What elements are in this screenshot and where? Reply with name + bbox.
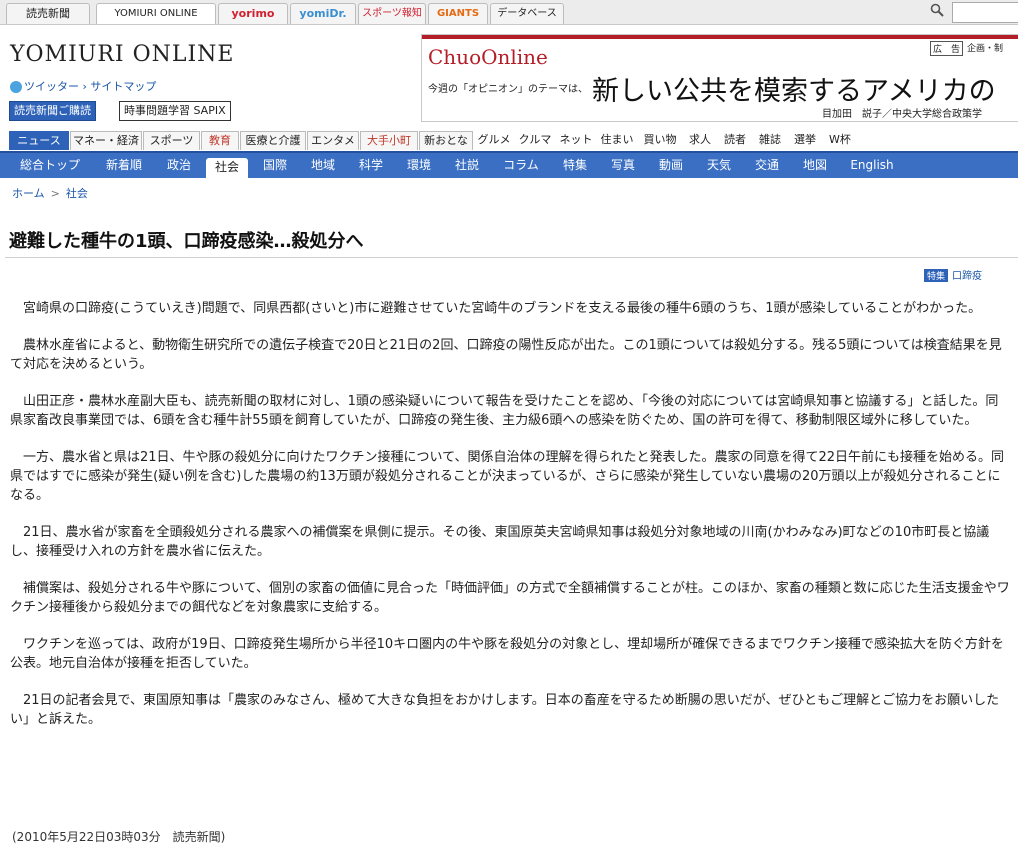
cat-otekomachi[interactable]: 大手小町 (360, 131, 418, 150)
sec-traffic[interactable]: 交通 (746, 156, 788, 175)
cat-shopping[interactable]: 買い物 (640, 131, 680, 149)
breadcrumb-separator: > (50, 187, 60, 200)
ad-accent-bar (422, 35, 1018, 39)
ad-lead: 今週の「オピニオン」のテーマは、 (428, 84, 588, 95)
breadcrumb-current[interactable]: 社会 (66, 187, 88, 200)
article-paragraph: ワクチンを巡っては、政府が19日、口蹄疫発生場所から半径10キロ圏内の牛や豚を殺… (10, 637, 1004, 671)
breadcrumb: ホーム > 社会 (12, 185, 88, 201)
sec-weather[interactable]: 天気 (698, 156, 740, 175)
tab-yomiuri-shimbun[interactable]: 読売新聞 (6, 3, 90, 24)
tab-giants[interactable]: GIANTS (428, 3, 488, 24)
ad-label: 広 告 (930, 41, 964, 56)
cat-readers[interactable]: 読者 (720, 131, 750, 149)
title-divider (5, 257, 1018, 258)
article-paragraph: 農林水産省によると、動物衛生研究所での遺伝子検査で20日と21日の2回、口蹄疫の… (10, 338, 1002, 372)
sec-environment[interactable]: 環境 (398, 156, 440, 175)
article-paragraph: 山田正彦・農林水産副大臣も、読売新聞の取材に対し、1頭の感染疑いについて報告を受… (10, 394, 999, 428)
cat-jobs[interactable]: 求人 (685, 131, 715, 149)
cat-car[interactable]: クルマ (517, 131, 553, 149)
ad-note: 企画・制 (967, 44, 1004, 54)
sec-features[interactable]: 特集 (554, 156, 596, 175)
sec-international[interactable]: 国際 (254, 156, 296, 175)
article-paragraph: 21日の記者会見で、東国原知事は「農家のみなさん、極めて大きな負担をおかけします… (10, 693, 1000, 727)
subscribe-button[interactable]: 読売新聞ご購読 (9, 101, 96, 121)
article-paragraph: 宮崎県の口蹄疫(こうていえき)問題で、同県西都(さいと)市に避難させていた宮崎牛… (23, 301, 982, 316)
category-nav: ニュース マネー・経済 スポーツ 教育 医療と介護 エンタメ 大手小町 新おとな… (0, 131, 1018, 150)
tab-yorimo[interactable]: yorimo (218, 3, 288, 24)
search-icon[interactable] (930, 3, 944, 17)
ad-banner[interactable]: ChuoOnline 広 告 企画・制 今週の「オピニオン」のテーマは、 新しい… (421, 34, 1018, 122)
sec-english[interactable]: English (842, 156, 902, 175)
twitter-bird-icon (10, 81, 22, 93)
cat-education[interactable]: 教育 (201, 131, 239, 150)
article-title: 避難した種牛の1頭、口蹄疫感染…殺処分へ (9, 231, 364, 252)
tab-database[interactable]: データベース (490, 3, 564, 24)
cat-medical[interactable]: 医療と介護 (240, 131, 306, 150)
article-paragraph: 21日、農水省が家畜を全頭殺処分される農家への補償案を県側に提示。その後、東国原… (10, 525, 990, 559)
sapix-button[interactable]: 時事問題学習 SAPIX (119, 101, 231, 121)
search-input[interactable] (952, 2, 1018, 23)
cat-sports[interactable]: スポーツ (143, 131, 200, 150)
sec-society[interactable]: 社会 (206, 158, 248, 178)
sec-photos[interactable]: 写真 (602, 156, 644, 175)
sec-science[interactable]: 科学 (350, 156, 392, 175)
sec-top[interactable]: 総合トップ (10, 156, 90, 175)
cat-magazines[interactable]: 雑誌 (755, 131, 785, 149)
tab-sports-hochi[interactable]: スポーツ報知 (358, 3, 426, 24)
cat-housing[interactable]: 住まい (599, 131, 635, 149)
sitemap-link[interactable]: サイトマップ (90, 80, 156, 93)
ad-headline: 新しい公共を模索するアメリカの (592, 76, 996, 107)
feature-tag: 特集 (924, 269, 949, 282)
article-dateline: (2010年5月22日03時03分 読売新聞) (12, 830, 226, 844)
cat-money[interactable]: マネー・経済 (70, 131, 142, 150)
cat-news[interactable]: ニュース (9, 131, 69, 150)
cat-world-cup[interactable]: W杯 (825, 131, 855, 149)
sec-regional[interactable]: 地域 (302, 156, 344, 175)
feature-link-group: 特集 口蹄疫 (924, 267, 982, 282)
sec-map[interactable]: 地図 (794, 156, 836, 175)
ad-author: 目加田 説子／中央大学総合政策学 (822, 109, 982, 120)
feature-link[interactable]: 口蹄疫 (952, 271, 982, 282)
cat-net[interactable]: ネット (558, 131, 594, 149)
header-links: ツイッター › サイトマップ (10, 78, 156, 94)
top-tab-bar: 読売新聞 YOMIURI ONLINE yorimo yomiDr. スポーツ報… (0, 0, 1018, 25)
twitter-link[interactable]: ツイッター (24, 80, 79, 93)
cat-entame[interactable]: エンタメ (307, 131, 359, 150)
sec-latest[interactable]: 新着順 (96, 156, 152, 175)
breadcrumb-home[interactable]: ホーム (12, 187, 45, 200)
cat-gourmet[interactable]: グルメ (476, 131, 512, 149)
tab-yomiuri-online[interactable]: YOMIURI ONLINE (96, 3, 216, 24)
article-body: 宮崎県の口蹄疫(こうていえき)問題で、同県西都(さいと)市に避難させていた宮崎牛… (10, 299, 1010, 747)
ad-brand-logo: ChuoOnline (428, 45, 548, 69)
sec-editorial[interactable]: 社説 (446, 156, 488, 175)
site-logo[interactable]: YOMIURI ONLINE (10, 42, 234, 67)
cat-shin-otona[interactable]: 新おとな (419, 131, 473, 150)
tab-yomidr[interactable]: yomiDr. (290, 3, 356, 24)
sec-video[interactable]: 動画 (650, 156, 692, 175)
article-paragraph: 補償案は、殺処分される牛や豚について、個別の家畜の価値に見合った「時価評価」の方… (10, 581, 1010, 615)
cat-election[interactable]: 選挙 (790, 131, 820, 149)
section-nav: 総合トップ 新着順 政治 社会 国際 地域 科学 環境 社説 コラム 特集 写真… (0, 151, 1018, 178)
article-paragraph: 一方、農水省と県は21日、牛や豚の殺処分に向けたワクチン接種について、関係自治体… (10, 450, 1005, 503)
sec-column[interactable]: コラム (494, 156, 548, 175)
sec-politics[interactable]: 政治 (158, 156, 200, 175)
